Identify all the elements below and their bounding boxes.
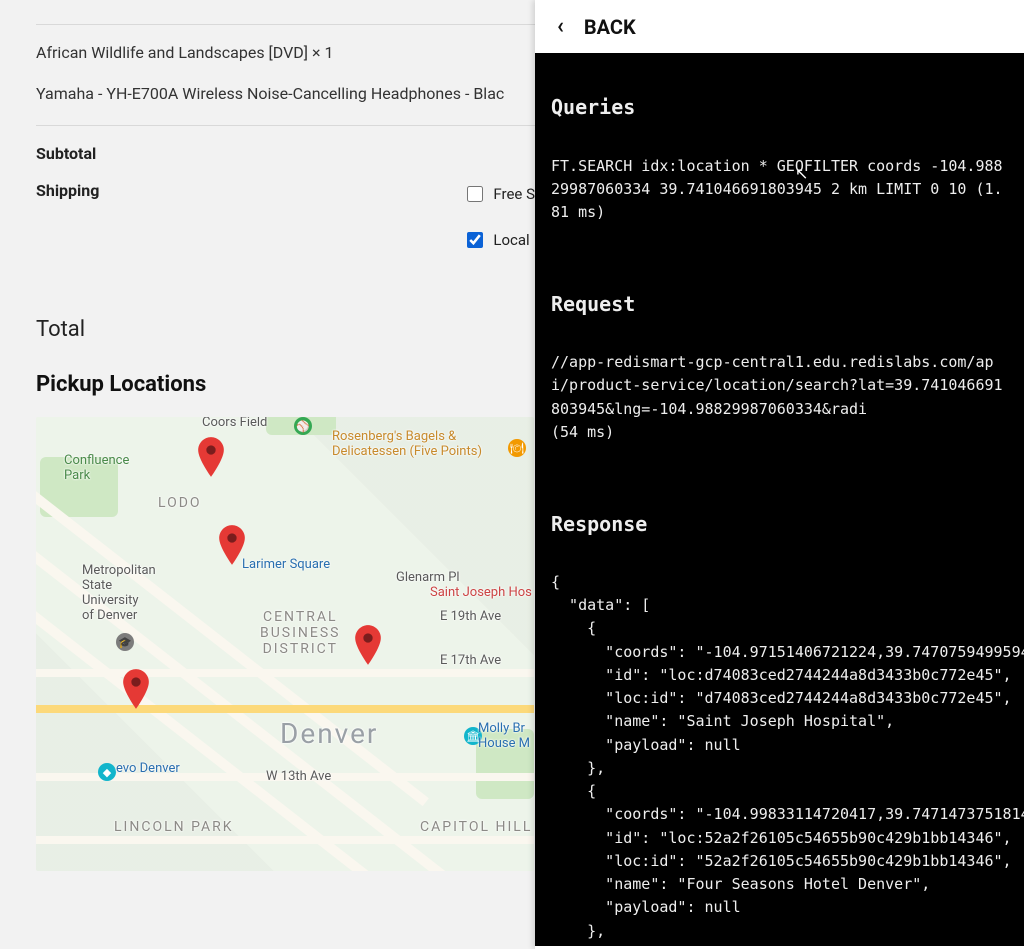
cart-item: African Wildlife and Landscapes [DVD] × … [36,43,535,62]
response-heading: Response [551,509,1008,540]
pickup-locations-title: Pickup Locations [36,372,535,397]
map-label-confluence: Confluence Park [64,453,129,483]
restaurant-icon: 🍽 [508,439,526,457]
divider [36,125,535,126]
shipping-free-checkbox[interactable] [467,186,483,202]
map-label-capitol: CAPITOL HILL [420,819,532,835]
shipping-label: Shipping [36,181,186,200]
map-label-e19: E 19th Ave [440,609,501,624]
stadium-icon: ⚾ [294,417,312,435]
queries-heading: Queries [551,92,1008,123]
map-label-w13: W 13th Ave [266,769,331,784]
map-label-molly: Molly Br House M [478,721,530,751]
shop-icon: ◆ [98,763,116,781]
back-label: BACK [584,15,636,39]
map-label-msu: Metropolitan State University of Denver [82,563,156,623]
divider [36,24,535,25]
map-label-lodo: LODO [158,495,202,511]
total-label: Total [36,317,535,342]
shipping-row: Shipping Free S Local [36,181,535,275]
shipping-free-label: Free S [493,185,535,203]
request-heading: Request [551,289,1008,320]
map-pin[interactable] [122,669,150,709]
university-icon: 🎓 [116,633,134,651]
response-body: { "data": [ { "coords": "-104.9715140672… [551,571,1008,946]
map-pin[interactable] [218,525,246,565]
map-label-larimer: Larimer Square [242,557,330,572]
shipping-option-free[interactable]: Free S [463,183,535,205]
debug-panel: ‹ BACK Queries FT.SEARCH idx:location * … [535,0,1024,949]
map-pin[interactable] [197,437,225,477]
chevron-left-icon: ‹ [557,14,564,39]
shipping-option-local[interactable]: Local [463,229,535,251]
map-road [36,836,534,844]
back-button[interactable]: ‹ BACK [535,0,1024,53]
subtotal-row: Subtotal [36,144,535,163]
map-pin[interactable] [354,625,382,665]
shipping-options: Free S Local [463,181,535,275]
map-label-coors: Coors Field [202,417,267,430]
query-text: FT.SEARCH idx:location * GEOFILTER coord… [551,155,1008,225]
map-highway [36,705,534,713]
map-label-evo: evo Denver [116,761,180,776]
map-label-e17: E 17th Ave [440,653,501,668]
shipping-local-checkbox[interactable] [467,232,483,248]
map-label-rosenberg: Rosenberg's Bagels & Delicatessen (Five … [332,429,482,459]
map-label-cbd: CENTRAL BUSINESS DISTRICT [260,609,341,657]
checkout-panel: African Wildlife and Landscapes [DVD] × … [0,0,535,949]
map-label-stjoseph: Saint Joseph Hos [430,585,532,600]
map-label-denver: Denver [280,717,378,750]
cart-item: Yamaha - YH-E700A Wireless Noise-Cancell… [36,84,535,103]
map-label-glenarm: Glenarm Pl [396,570,460,585]
subtotal-label: Subtotal [36,144,186,163]
shipping-local-label: Local [493,231,529,249]
debug-terminal[interactable]: Queries FT.SEARCH idx:location * GEOFILT… [535,53,1024,946]
pickup-map[interactable]: ⚾ 🍽 🎓 🏛 ◆ Coors Field Rosenberg's Bagels… [36,417,534,871]
map-road [36,669,534,677]
request-text: //app-redismart-gcp-central1.edu.redisla… [551,351,1008,444]
map-label-lincoln: LINCOLN PARK [114,819,234,835]
